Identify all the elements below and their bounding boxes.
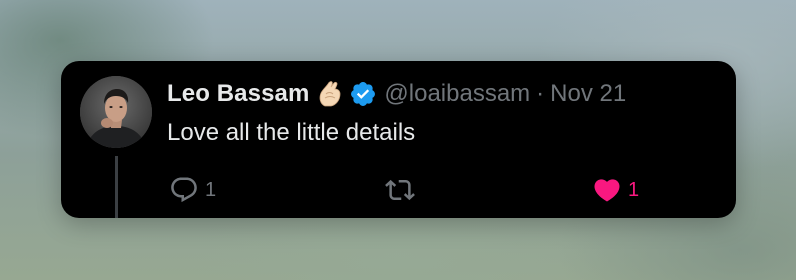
reply-count: 1 [205, 178, 217, 201]
tweet-date[interactable]: Nov 21 [550, 80, 626, 108]
tweet-card[interactable]: Leo Bassam @loaibassam · Nov 21 Love all… [61, 61, 736, 218]
tweet-header: Leo Bassam @loaibassam · Nov 21 [167, 78, 626, 110]
repost-icon [385, 175, 415, 205]
verified-badge-icon[interactable] [349, 80, 377, 108]
pinched-fingers-emoji-icon [317, 80, 343, 108]
author-name[interactable]: Leo Bassam [167, 80, 309, 108]
tweet-actions: 1 1 [61, 173, 736, 207]
repost-button[interactable] [385, 173, 421, 207]
separator-dot: · [536, 80, 545, 107]
heart-icon [592, 175, 622, 205]
reply-icon [169, 175, 199, 205]
like-button[interactable]: 1 [592, 173, 639, 207]
tweet-text: Love all the little details [167, 119, 416, 146]
author-handle[interactable]: @loaibassam [384, 80, 530, 108]
avatar[interactable] [80, 76, 152, 148]
reply-button[interactable]: 1 [169, 173, 216, 207]
like-count: 1 [628, 178, 640, 201]
